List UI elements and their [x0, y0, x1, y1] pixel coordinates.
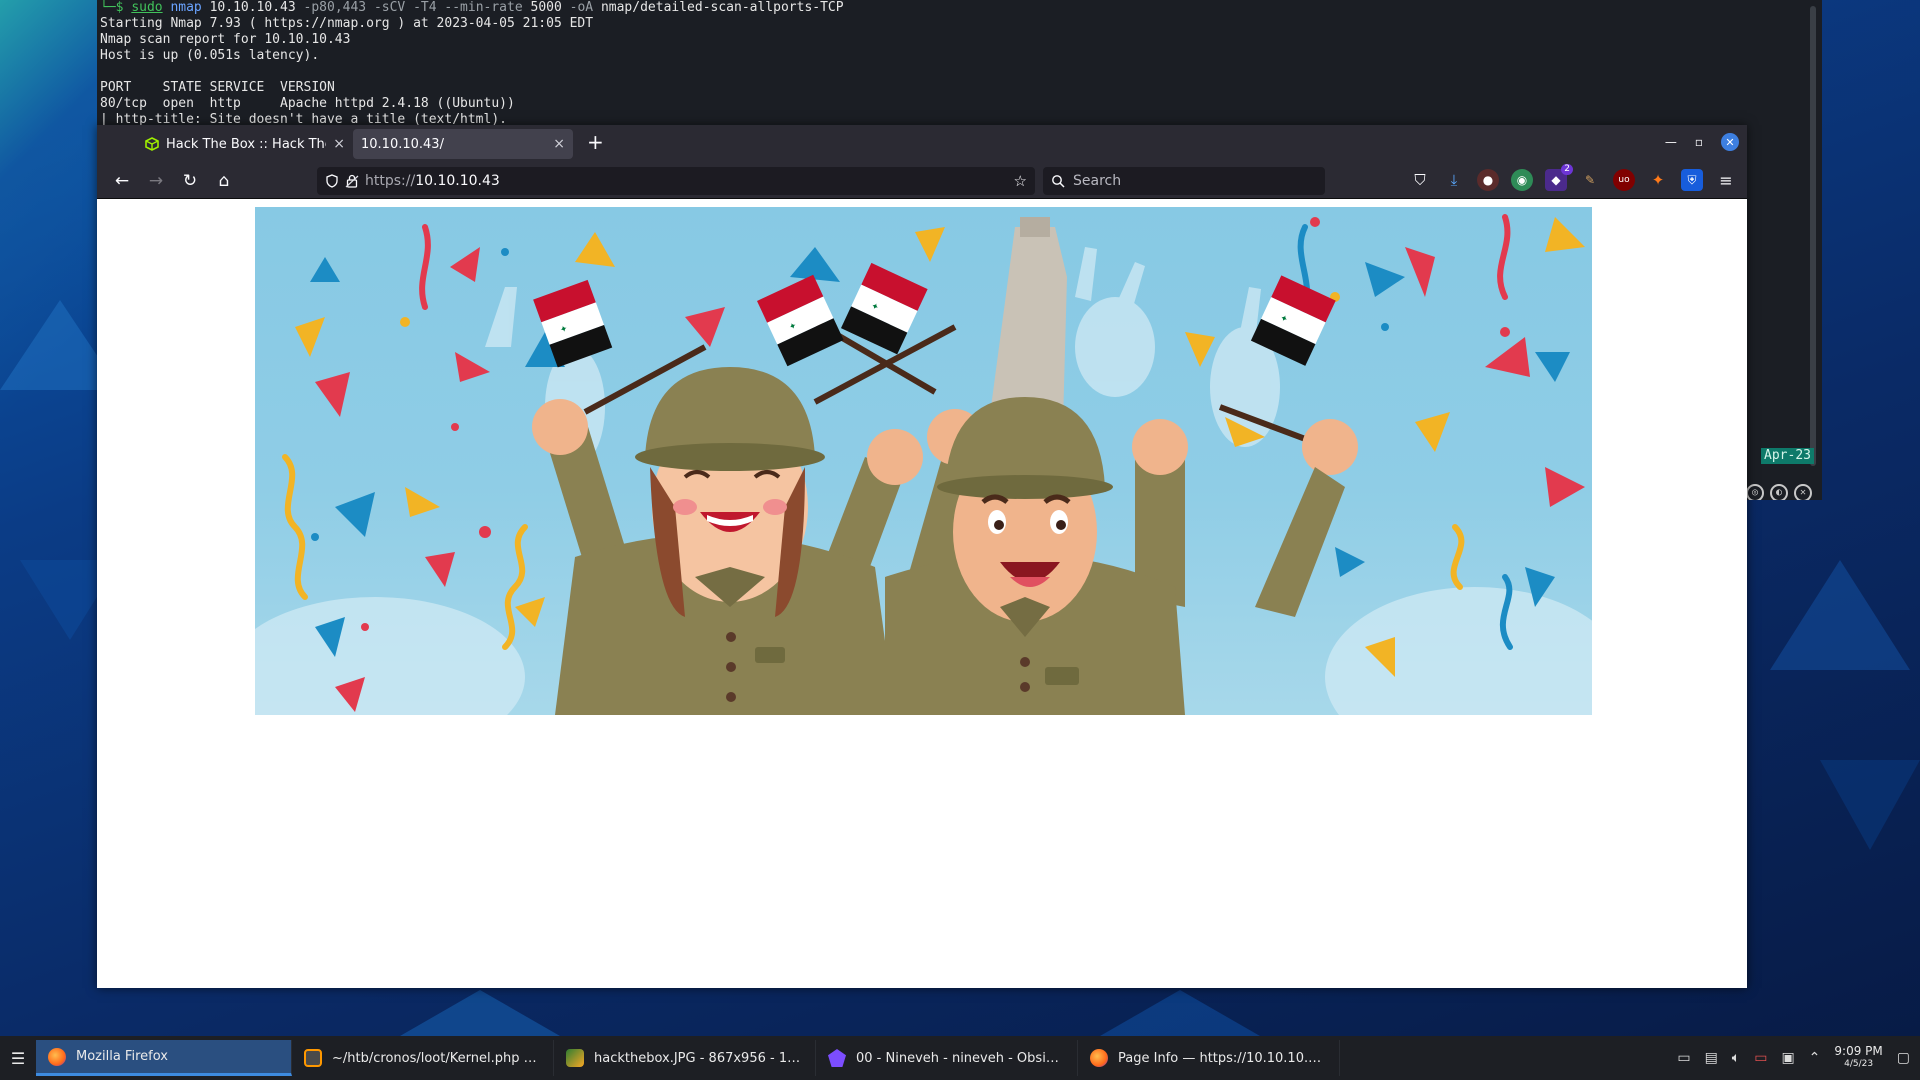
home-icon[interactable]: ⌂: [207, 171, 241, 191]
terminal-button-group: ◎ ◐ ✕: [1746, 484, 1812, 500]
celebration-banner-image: ✦ ✦ ✦ ✦: [255, 207, 1592, 715]
wallpaper-shape: [1820, 760, 1920, 850]
tab-active-site[interactable]: 10.10.10.43/ ×: [353, 129, 573, 159]
navigation-toolbar: ← → ↻ ⌂ https://10.10.10.43 ☆ ⛉ ⤓: [97, 163, 1747, 199]
battery-icon[interactable]: ▭: [1754, 1050, 1767, 1066]
left-soldier-figure: ✦: [532, 279, 923, 715]
search-icon: [1052, 175, 1065, 188]
extensions-area: ⛉ ⤓ ● ◉ ◆ 2 ✎ uo ✦ ⛨ ≡: [1409, 164, 1737, 191]
task-sublime-editor[interactable]: ~/htb/cronos/loot/Kernel.php • (sh...: [292, 1040, 554, 1076]
task-image-viewer[interactable]: hackthebox.JPG - 867x956 - 100% ...: [554, 1040, 816, 1076]
terminal-close-icon[interactable]: ✕: [1794, 484, 1812, 500]
clipboard-icon[interactable]: ▤: [1705, 1050, 1718, 1066]
show-desktop-icon[interactable]: ▢: [1897, 1050, 1910, 1066]
extension-green-icon[interactable]: ◉: [1511, 169, 1533, 191]
terminal-date-chip: Apr-23: [1761, 448, 1814, 464]
lock-warning-icon[interactable]: [345, 174, 359, 188]
terminal-output-line: PORT STATE SERVICE VERSION: [100, 80, 335, 95]
system-tray: ▭ ▤ 🔈︎ ▭ ▣ ⌃ 9:09 PM 4/5/23 ▢: [1677, 1045, 1920, 1071]
terminal-output-line: 80/tcp open http Apache httpd 2.4.18 ((U…: [100, 96, 515, 111]
tab-title: 10.10.10.43/: [361, 136, 444, 152]
taskbar: ☰ Mozilla Firefox ~/htb/cronos/loot/Kern…: [0, 1036, 1920, 1080]
forward-arrow-icon[interactable]: →: [139, 171, 173, 191]
terminal-tray-icon[interactable]: ▭: [1677, 1050, 1690, 1066]
firefox-icon: [1090, 1049, 1108, 1067]
volume-icon[interactable]: 🔈︎: [1732, 1050, 1740, 1066]
clock[interactable]: 9:09 PM 4/5/23: [1834, 1045, 1882, 1071]
terminal-theme-icon[interactable]: ◐: [1770, 484, 1788, 500]
extension-badge: 2: [1561, 164, 1573, 175]
search-bar[interactable]: [1043, 167, 1325, 195]
clock-time: 9:09 PM: [1834, 1044, 1883, 1058]
task-label: ~/htb/cronos/loot/Kernel.php • (sh...: [332, 1050, 541, 1066]
terminal-settings-icon[interactable]: ◎: [1746, 484, 1764, 500]
firefox-window: Hack The Box :: Hack The Box × 10.10.10.…: [97, 125, 1747, 988]
window-controls: — ▫ ✕: [1665, 133, 1739, 151]
obsidian-icon: [828, 1049, 846, 1067]
tab-title: Hack The Box :: Hack The Box: [166, 136, 326, 152]
app-launcher-icon[interactable]: ☰: [0, 1049, 36, 1068]
task-label: hackthebox.JPG - 867x956 - 100% ...: [594, 1050, 803, 1066]
extension-purple-icon[interactable]: ◆ 2: [1545, 164, 1573, 191]
terminal-output-line: Nmap scan report for 10.10.10.43: [100, 32, 351, 47]
tab-close-icon[interactable]: ×: [333, 136, 345, 152]
page-content: ✦ ✦ ✦ ✦: [97, 199, 1747, 988]
tab-close-icon[interactable]: ×: [553, 136, 565, 152]
maximize-icon[interactable]: ▫: [1695, 135, 1703, 149]
downloads-icon[interactable]: ⤓: [1443, 169, 1465, 191]
clock-date: 4/5/23: [1844, 1059, 1874, 1069]
menu-hamburger-icon[interactable]: ≡: [1715, 169, 1737, 191]
extension-fox-icon[interactable]: ●: [1477, 169, 1499, 191]
tab-bar: Hack The Box :: Hack The Box × 10.10.10.…: [97, 125, 1747, 163]
extension-brush-icon[interactable]: ✎: [1579, 169, 1601, 191]
terminal-command-line: └─$ sudo nmap 10.10.10.43 -p80,443 -sCV …: [100, 0, 844, 15]
minimize-icon[interactable]: —: [1665, 135, 1677, 149]
url-bar[interactable]: https://10.10.10.43 ☆: [317, 167, 1035, 195]
terminal-output-line: Host is up (0.051s latency).: [100, 48, 320, 63]
terminal-scrollbar[interactable]: [1810, 6, 1816, 466]
new-tab-button[interactable]: +: [587, 130, 604, 154]
task-label: 00 - Nineveh - nineveh - Obsidian v...: [856, 1050, 1065, 1066]
ublock-icon[interactable]: uo: [1613, 169, 1635, 191]
image-viewer-icon: [566, 1049, 584, 1067]
wallpaper-shape: [1100, 990, 1260, 1036]
terminal-output-line: Starting Nmap 7.93 ( https://nmap.org ) …: [100, 16, 594, 31]
hackthebox-favicon-icon: [145, 137, 159, 151]
task-label: Page Info — https://10.10.10.43/: [1118, 1050, 1327, 1066]
network-icon[interactable]: ▣: [1781, 1050, 1794, 1066]
celebration-illustration: ✦ ✦ ✦ ✦: [255, 214, 1592, 715]
search-input[interactable]: [1073, 173, 1293, 189]
bitwarden-icon[interactable]: ⛨: [1681, 169, 1703, 191]
tab-hackthebox[interactable]: Hack The Box :: Hack The Box ×: [137, 129, 353, 159]
bookmark-star-icon[interactable]: ☆: [1014, 172, 1027, 190]
close-window-icon[interactable]: ✕: [1721, 133, 1739, 151]
shield-icon[interactable]: [325, 174, 339, 188]
pocket-icon[interactable]: ⛉: [1409, 169, 1431, 191]
task-firefox[interactable]: Mozilla Firefox: [36, 1040, 292, 1076]
wallpaper-shape: [400, 990, 560, 1036]
sublime-text-icon: [304, 1049, 322, 1067]
firefox-icon: [48, 1047, 66, 1066]
url-text: https://10.10.10.43: [365, 173, 500, 189]
wallpaper-shape: [1770, 560, 1910, 670]
back-arrow-icon[interactable]: ←: [105, 171, 139, 191]
reload-icon[interactable]: ↻: [173, 171, 207, 191]
extension-orange-icon[interactable]: ✦: [1647, 169, 1669, 191]
task-page-info[interactable]: Page Info — https://10.10.10.43/: [1078, 1040, 1340, 1076]
task-obsidian[interactable]: 00 - Nineveh - nineveh - Obsidian v...: [816, 1040, 1078, 1076]
tray-expand-icon[interactable]: ⌃: [1809, 1050, 1821, 1066]
task-label: Mozilla Firefox: [76, 1049, 168, 1064]
